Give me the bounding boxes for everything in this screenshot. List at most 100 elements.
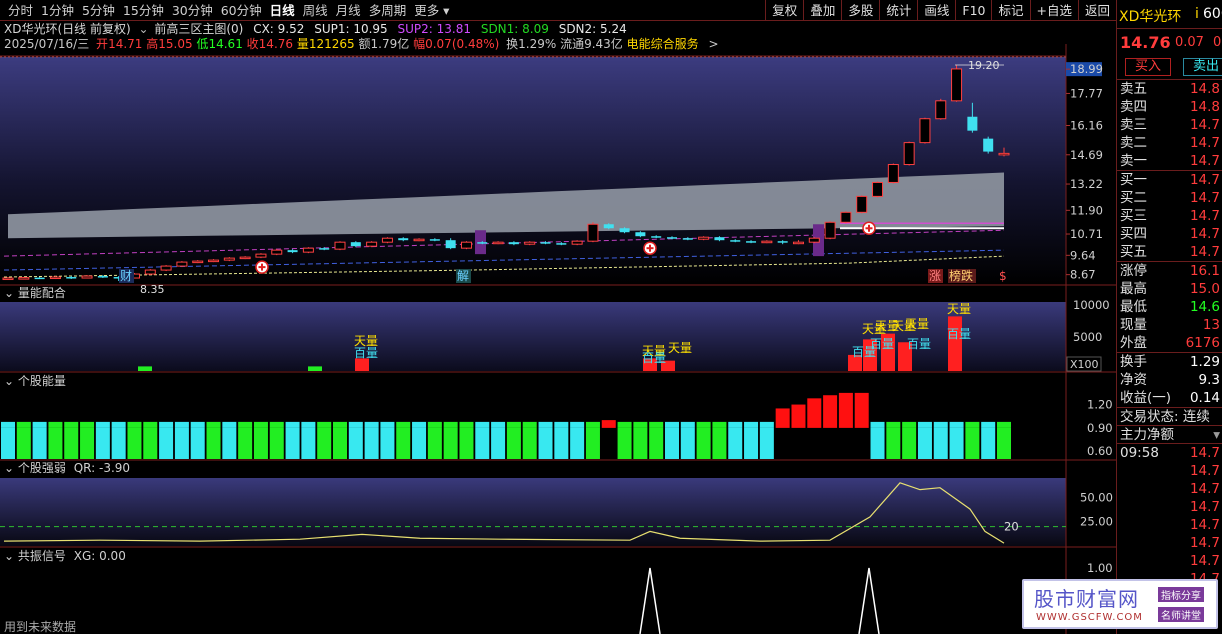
sell-button[interactable]: 卖出 — [1183, 58, 1222, 76]
asks-label: 卖四 — [1120, 99, 1147, 115]
volume-unit: X100 — [1070, 358, 1099, 371]
energy-bar — [396, 427, 411, 459]
energy-bar — [48, 427, 63, 459]
candle-body — [492, 241, 504, 245]
candle-body — [746, 241, 757, 243]
sidebar-trade-buttons: 买入 卖出 — [1117, 56, 1222, 80]
quote-stats: 涨停 16.1 最高 15.0 最低 14.6 现量 13 外盘 6176 — [1117, 262, 1222, 353]
candle-body — [761, 240, 773, 244]
energy-bar — [111, 427, 126, 459]
stats-row: 现量 13 — [1117, 316, 1222, 334]
sidebar-change-pct: 0 — [1213, 35, 1222, 50]
trade-status-row: 交易状态: 连续 — [1117, 408, 1222, 426]
candle-body — [698, 236, 710, 240]
asks-value: 14.8 — [1189, 81, 1220, 97]
asks-row: 卖四 14.8 — [1117, 98, 1222, 116]
volume-label: 天量 — [905, 317, 929, 331]
energy-cap — [696, 421, 711, 428]
candle-body — [160, 265, 172, 271]
energy-bar — [253, 427, 268, 459]
energy-bar — [933, 427, 948, 459]
watermark-tag1: 指标分享 — [1158, 587, 1204, 602]
strength-axis-tick: 25.00 — [1080, 515, 1113, 529]
chevron-down-icon[interactable]: ⌄ — [4, 549, 14, 563]
volume-label: 百量 — [947, 327, 971, 341]
energy-cap — [917, 421, 932, 428]
candle-body — [508, 242, 519, 245]
buy-button[interactable]: 买入 — [1125, 58, 1171, 76]
energy-bar — [838, 392, 853, 428]
volume-bar — [948, 316, 962, 371]
energy-cap — [475, 421, 490, 428]
strength-pane-label: 个股强弱 — [17, 461, 66, 475]
energy-bar — [412, 427, 427, 459]
energy-cap — [111, 421, 126, 428]
chevron-down-icon[interactable]: ⌄ — [4, 374, 14, 388]
energy-cap — [570, 421, 585, 428]
quote-stats-2: 换手 1.29 净资 9.3 收益(一) 0.14 — [1117, 353, 1222, 408]
qr-value: QR: -3.90 — [73, 461, 131, 475]
energy-axis-tick: 0.60 — [1087, 444, 1113, 458]
candle-body — [524, 241, 536, 245]
energy-cap — [997, 421, 1011, 428]
candle-body — [603, 224, 614, 229]
signal-pane-label: 共振信号 — [17, 549, 66, 563]
energy-bar — [759, 427, 774, 459]
stats-value: 6176 — [1185, 335, 1220, 351]
main-flow-label: 主力净额 — [1120, 427, 1174, 443]
energy-bar — [949, 427, 964, 459]
ticks-label: 09:58 — [1120, 445, 1159, 461]
watermark-cn: 股市财富网 — [1034, 587, 1139, 611]
energy-bar — [712, 427, 727, 459]
candle-body — [587, 223, 599, 242]
energy-bar — [206, 427, 221, 459]
candle-body — [667, 237, 677, 239]
candle-body — [556, 243, 567, 245]
stats2-label: 净资 — [1120, 372, 1147, 388]
ticks-value: 14.7 — [1189, 517, 1220, 533]
energy-bar — [443, 427, 458, 459]
kline-chart-area[interactable]: 18.99 17.77 16.16 14.69 13.22 11.90 10.71 9.64 8… — [0, 0, 1116, 634]
energy-cap — [16, 421, 31, 428]
stats2-label: 收益(一) — [1120, 390, 1172, 406]
ticks-row: 14.7 — [1117, 480, 1222, 498]
chevron-down-icon[interactable]: ▾ — [1213, 426, 1220, 443]
signal-pane-bg — [0, 564, 1066, 634]
volume-axis-tick: 10000 — [1073, 298, 1110, 312]
volume-label: 百量 — [642, 351, 666, 365]
trade-status: 交易状态: 连续 — [1120, 409, 1210, 425]
price-tick: 14.69 — [1070, 148, 1103, 162]
chevron-down-icon[interactable]: ⌄ — [4, 461, 14, 475]
ticks-row: 14.7 — [1117, 462, 1222, 480]
candle-body — [2, 277, 14, 281]
candle-body — [381, 237, 393, 243]
candle-body — [66, 277, 77, 279]
bid-levels: 买一 14.7 买二 14.7 买三 14.7 买四 14.7 买五 14.7 — [1117, 171, 1222, 262]
chevron-down-icon[interactable]: ⌄ — [4, 286, 14, 300]
energy-bar — [886, 427, 901, 459]
energy-bar — [174, 427, 189, 459]
candle-body — [34, 277, 45, 280]
bids-row: 买一 14.7 — [1117, 171, 1222, 189]
energy-bar — [554, 427, 569, 459]
main-flow-row[interactable]: 主力净额 ▾ — [1117, 426, 1222, 444]
energy-bar — [427, 427, 442, 459]
volume-bar — [138, 366, 152, 371]
energy-bar — [16, 427, 31, 459]
energy-cap — [380, 421, 395, 428]
sidebar-price-row: 14.76 0.07 0 — [1117, 29, 1222, 56]
candle-body — [571, 240, 583, 245]
energy-bar — [522, 427, 537, 459]
bids-label: 买五 — [1120, 244, 1147, 260]
bangdie-tag: 榜跌 — [949, 268, 973, 283]
energy-bar — [601, 420, 616, 428]
asks-value: 14.7 — [1189, 117, 1220, 133]
asks-value: 14.7 — [1189, 135, 1220, 151]
energy-bar — [506, 427, 521, 459]
asks-row: 卖一 14.7 — [1117, 152, 1222, 170]
sidebar-stock-code: 600 — [1203, 6, 1222, 22]
candle-body — [824, 221, 836, 239]
energy-cap — [32, 421, 47, 428]
energy-bar — [680, 427, 695, 459]
volume-label: 天量 — [947, 302, 971, 316]
